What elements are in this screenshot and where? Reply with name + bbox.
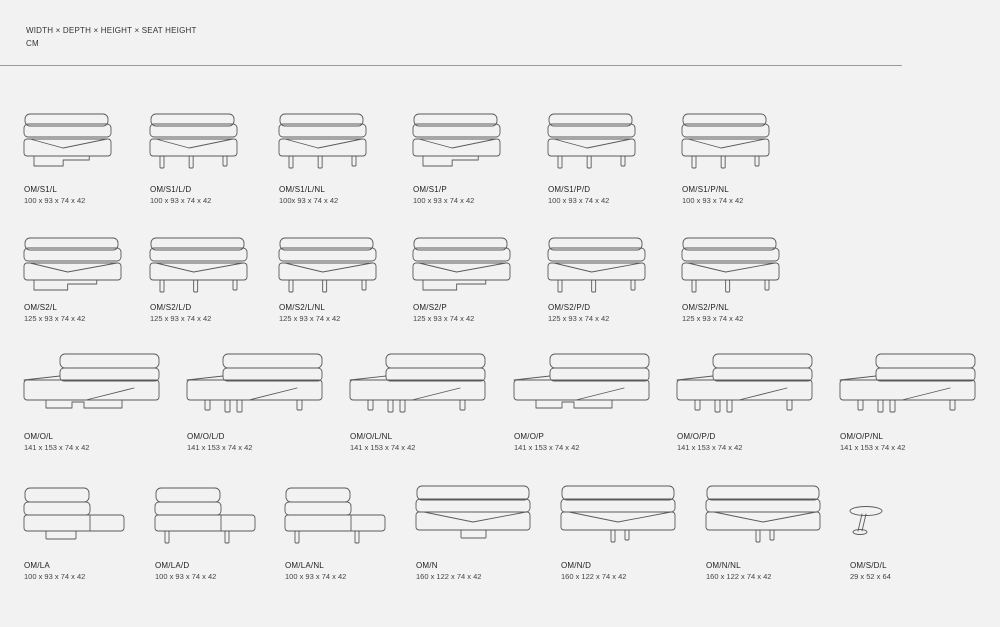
product-code: OM/LA/NL <box>285 561 324 570</box>
product-dimensions: 100 x 93 x 74 x 42 <box>24 572 86 581</box>
product-code: OM/S1/L/D <box>150 185 192 194</box>
product-dimensions: 141 x 153 x 74 x 42 <box>677 443 743 452</box>
product-dimensions: 125 x 93 x 74 x 42 <box>413 314 475 323</box>
sofa-module-drawing <box>412 113 501 167</box>
product-code: OM/S2/L <box>24 303 57 312</box>
product-dimensions: 141 x 153 x 74 x 42 <box>187 443 253 452</box>
sofa-module-drawing <box>415 485 531 539</box>
sofa-module-drawing <box>547 113 636 169</box>
product-dimensions: 100 x 93 x 74 x 42 <box>682 196 744 205</box>
sofa-module-drawing <box>676 353 813 413</box>
product-dimensions: 125 x 93 x 74 x 42 <box>24 314 86 323</box>
sofa-module-drawing <box>560 485 676 543</box>
sofa-module-drawing <box>23 353 160 409</box>
product-code: OM/S2/P <box>413 303 447 312</box>
product-code: OM/N <box>416 561 438 570</box>
product-dimensions: 100x 93 x 74 x 42 <box>279 196 339 205</box>
product-dimensions: 141 x 153 x 74 x 42 <box>514 443 580 452</box>
sofa-module-drawing <box>23 237 122 291</box>
header-divider <box>0 65 902 66</box>
product-dimensions: 125 x 93 x 74 x 42 <box>150 314 212 323</box>
sofa-module-drawing <box>513 353 650 409</box>
product-code: OM/S2/L/D <box>150 303 192 312</box>
product-code: OM/O/L/D <box>187 432 225 441</box>
product-dimensions: 100 x 93 x 74 x 42 <box>24 196 86 205</box>
sofa-module-drawing <box>681 113 770 169</box>
product-code: OM/LA/D <box>155 561 190 570</box>
product-code: OM/LA <box>24 561 50 570</box>
product-dimensions: 160 x 122 x 74 x 42 <box>416 572 482 581</box>
sofa-module-drawing <box>278 237 377 293</box>
sofa-module-drawing <box>154 487 256 544</box>
product-code: OM/S1/L/NL <box>279 185 326 194</box>
product-code: OM/O/P/NL <box>840 432 884 441</box>
product-dimensions: 100 x 93 x 74 x 42 <box>413 196 475 205</box>
product-dimensions: 125 x 93 x 74 x 42 <box>682 314 744 323</box>
product-dimensions: 141 x 153 x 74 x 42 <box>350 443 416 452</box>
product-dimensions: 125 x 93 x 74 x 42 <box>548 314 610 323</box>
product-code: OM/S1/P/D <box>548 185 591 194</box>
product-code: OM/O/L <box>24 432 54 441</box>
sofa-module-drawing <box>23 113 112 167</box>
product-dimensions: 100 x 93 x 74 x 42 <box>150 196 212 205</box>
product-code: OM/N/D <box>561 561 592 570</box>
sofa-module-drawing <box>186 353 323 413</box>
sofa-module-drawing <box>839 353 976 413</box>
product-code: OM/S1/L <box>24 185 57 194</box>
product-dimensions: 100 x 93 x 74 x 42 <box>285 572 347 581</box>
product-dimensions: 100 x 93 x 74 x 42 <box>548 196 610 205</box>
sofa-module-drawing <box>349 353 486 413</box>
product-dimensions: 125 x 93 x 74 x 42 <box>279 314 341 323</box>
sofa-module-drawing <box>23 487 125 540</box>
sofa-module-drawing <box>278 113 367 169</box>
dimension-header: WIDTH × DEPTH × HEIGHT × SEAT HEIGHT CM <box>26 24 197 50</box>
product-code: OM/O/P/D <box>677 432 716 441</box>
product-dimensions: 29 x 52 x 64 <box>850 572 891 581</box>
sofa-module-drawing <box>412 237 511 291</box>
product-dimensions: 141 x 153 x 74 x 42 <box>840 443 906 452</box>
product-code: OM/S2/P/NL <box>682 303 729 312</box>
sofa-module-drawing <box>547 237 646 293</box>
product-code: OM/O/L/NL <box>350 432 393 441</box>
sofa-module-drawing <box>681 237 780 293</box>
sofa-module-drawing <box>705 485 821 543</box>
product-dimensions: 160 x 122 x 74 x 42 <box>561 572 627 581</box>
product-code: OM/S/D/L <box>850 561 887 570</box>
product-code: OM/S1/P/NL <box>682 185 729 194</box>
dimension-legend: WIDTH × DEPTH × HEIGHT × SEAT HEIGHT <box>26 26 197 35</box>
product-dimensions: 100 x 93 x 74 x 42 <box>155 572 217 581</box>
product-code: OM/S2/P/D <box>548 303 591 312</box>
unit-label: CM <box>26 39 39 48</box>
sofa-module-drawing <box>149 237 248 293</box>
product-dimensions: 141 x 153 x 74 x 42 <box>24 443 90 452</box>
product-code: OM/S2/L/NL <box>279 303 326 312</box>
product-code: OM/S1/P <box>413 185 447 194</box>
product-dimensions: 160 x 122 x 74 x 42 <box>706 572 772 581</box>
product-code: OM/N/NL <box>706 561 741 570</box>
product-code: OM/O/P <box>514 432 545 441</box>
sofa-module-drawing <box>149 113 238 169</box>
sofa-module-drawing <box>284 487 386 544</box>
